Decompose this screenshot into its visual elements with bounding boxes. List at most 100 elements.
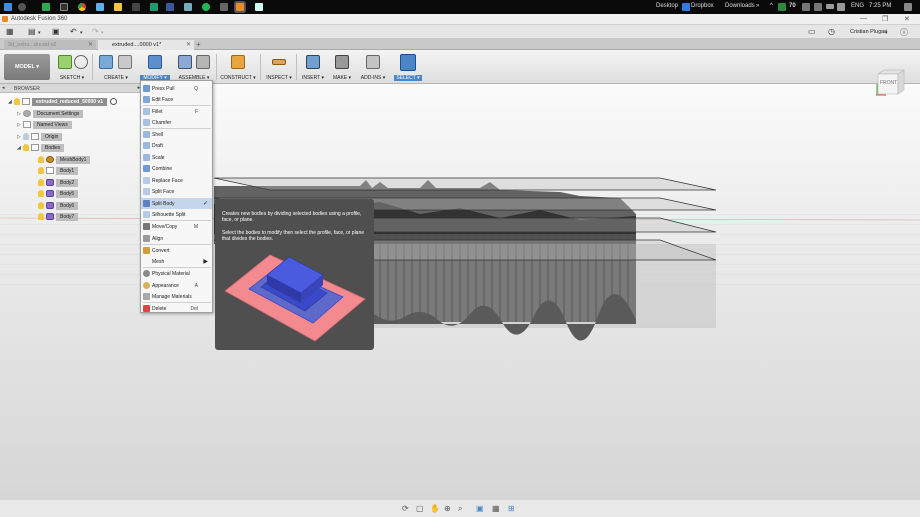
clock-history-icon[interactable]: ◷: [828, 27, 835, 36]
look-at-icon[interactable]: ▢: [416, 504, 424, 513]
tree-item-body2[interactable]: Body2: [38, 178, 79, 187]
windows-start-icon[interactable]: [4, 3, 12, 11]
select-group[interactable]: SELECT ▾: [394, 53, 422, 83]
desktop-toolbar-label[interactable]: Desktop: [656, 3, 678, 9]
toolbar-overflow-chevron[interactable]: »: [756, 3, 759, 9]
save-icon[interactable]: ▣: [52, 27, 60, 36]
chrome-icon[interactable]: [78, 3, 86, 11]
visibility-bulb-icon[interactable]: [14, 98, 20, 105]
job-status-icon[interactable]: ▭: [808, 27, 816, 36]
menu-item-manage-materials[interactable]: Manage Materials: [141, 291, 212, 302]
tree-item-body6[interactable]: Body6: [38, 201, 79, 210]
addins-group[interactable]: ADD-INS ▾: [358, 53, 388, 83]
minimize-icon[interactable]: —: [860, 15, 867, 22]
spotify-icon[interactable]: [202, 3, 210, 11]
clock[interactable]: 7:25 PM: [869, 3, 891, 9]
tree-item-bodies[interactable]: ◢ Bodies: [17, 143, 65, 152]
search-icon[interactable]: [18, 3, 26, 11]
modify-group[interactable]: MODIFY ▾: [140, 53, 170, 83]
menu-item-appearance[interactable]: Appearance A: [141, 280, 212, 291]
visibility-bulb-icon[interactable]: [23, 133, 29, 140]
notifications-icon[interactable]: [904, 3, 912, 11]
fusion-taskbar-icon[interactable]: [236, 3, 244, 11]
close-icon[interactable]: ✕: [904, 15, 910, 23]
browser-panel-header[interactable]: ◂ BROWSER ●: [0, 84, 142, 93]
menu-item-delete[interactable]: Delete Del: [141, 303, 212, 314]
user-account-menu[interactable]: Cristian Plugari: [850, 29, 887, 35]
redo-dropdown-icon[interactable]: ▾: [101, 30, 104, 36]
visibility-bulb-icon[interactable]: [23, 144, 29, 151]
user-dropdown-icon[interactable]: ▾: [885, 30, 888, 36]
file-icon[interactable]: ▤: [28, 27, 36, 36]
undo-dropdown-icon[interactable]: ▾: [80, 30, 83, 36]
notes-icon[interactable]: [255, 3, 263, 11]
workspace-switcher-button[interactable]: MODEL ▾: [4, 54, 50, 80]
new-tab-plus-icon[interactable]: +: [196, 40, 201, 49]
pin-check-icon[interactable]: ✓: [203, 200, 208, 207]
visibility-bulb-icon[interactable]: [38, 213, 44, 220]
evernote-icon[interactable]: [132, 3, 140, 11]
menu-item-combine[interactable]: Combine: [141, 163, 212, 174]
zoom-icon[interactable]: ⊕: [444, 504, 451, 513]
menu-item-fillet[interactable]: Fillet F: [141, 106, 212, 117]
close-tab-icon[interactable]: ✕: [186, 41, 191, 48]
folder-icon[interactable]: [114, 3, 122, 11]
redo-icon[interactable]: ↷: [92, 27, 99, 36]
menu-item-shell[interactable]: Shell: [141, 129, 212, 140]
menu-item-move-copy[interactable]: Move/Copy M: [141, 221, 212, 232]
collapse-browser-icon[interactable]: ◂: [2, 85, 5, 91]
tree-item-body1[interactable]: Body1: [38, 166, 79, 175]
menu-item-mesh[interactable]: Mesh ▶: [141, 256, 212, 267]
slice-plane-top[interactable]: [213, 177, 717, 191]
menu-item-align[interactable]: Align: [141, 233, 212, 244]
zoom-window-icon[interactable]: ⌕: [458, 504, 462, 514]
tree-item-origin[interactable]: ▷ Origin: [17, 132, 63, 141]
photo-icon[interactable]: [184, 3, 192, 11]
network-icon[interactable]: [802, 3, 810, 11]
menu-item-silhouette-split[interactable]: Silhouette Split: [141, 209, 212, 220]
grid-settings-icon[interactable]: ▦: [492, 504, 500, 513]
visibility-bulb-icon[interactable]: [38, 167, 44, 174]
orbit-icon[interactable]: ⟳: [402, 504, 409, 513]
tab-3d-extruded[interactable]: 3d_extru...duced v2 ✕: [4, 40, 96, 50]
dropbox-toolbar-label[interactable]: Dropbox: [691, 3, 714, 9]
volume-icon[interactable]: [814, 3, 822, 11]
sketch-group[interactable]: SKETCH ▾: [56, 53, 88, 83]
view-cube-front-label[interactable]: FRONT: [880, 80, 897, 86]
app-grid-icon[interactable]: ▦: [6, 27, 14, 36]
assemble-group[interactable]: ASSEMBLE ▾: [176, 53, 212, 83]
facebook-icon[interactable]: [166, 3, 174, 11]
undo-icon[interactable]: ↶: [70, 27, 77, 36]
downloads-toolbar-label[interactable]: Downloads: [725, 3, 755, 9]
visibility-bulb-icon[interactable]: [38, 202, 44, 209]
menu-item-scale[interactable]: Scale: [141, 152, 212, 163]
inspect-group[interactable]: INSPECT ▾: [264, 53, 294, 83]
display-settings-icon[interactable]: ▣: [476, 504, 484, 513]
tree-root[interactable]: ◢ extruded_reduced_50000 v1: [8, 97, 117, 106]
language-indicator[interactable]: ENG: [851, 3, 864, 9]
calc-icon[interactable]: [220, 3, 228, 11]
tray-up-chevron-icon[interactable]: ^: [770, 3, 773, 9]
terminal-icon[interactable]: [60, 3, 68, 11]
tab-extruded-active[interactable]: extruded....0000 v1* ✕: [98, 40, 194, 50]
help-icon[interactable]: ⓘ: [900, 27, 908, 38]
tree-item-document-settings[interactable]: ▷ Document Settings: [17, 109, 84, 118]
store-icon[interactable]: [96, 3, 104, 11]
menu-item-replace-face[interactable]: Replace Face: [141, 175, 212, 186]
tree-item-body7[interactable]: Body7: [38, 212, 79, 221]
menu-item-edit-face[interactable]: Edit Face: [141, 94, 212, 105]
message-icon[interactable]: [837, 3, 845, 11]
visibility-bulb-icon[interactable]: [38, 156, 44, 163]
view-cube[interactable]: FRONT: [876, 68, 906, 96]
insert-group[interactable]: INSERT ▾: [300, 53, 326, 83]
media-icon[interactable]: [150, 3, 158, 11]
maximize-icon[interactable]: ❐: [882, 15, 888, 23]
viewports-icon[interactable]: ⊞: [508, 504, 515, 513]
visibility-bulb-icon[interactable]: [38, 190, 44, 197]
construct-group[interactable]: CONSTRUCT ▾: [220, 53, 256, 83]
create-group[interactable]: CREATE ▾: [96, 53, 136, 83]
tree-item-meshbody1[interactable]: MeshBody1: [38, 155, 91, 164]
canvas-viewport[interactable]: [0, 84, 920, 500]
file-dropdown-icon[interactable]: ▾: [38, 30, 41, 36]
make-group[interactable]: MAKE ▾: [330, 53, 354, 83]
